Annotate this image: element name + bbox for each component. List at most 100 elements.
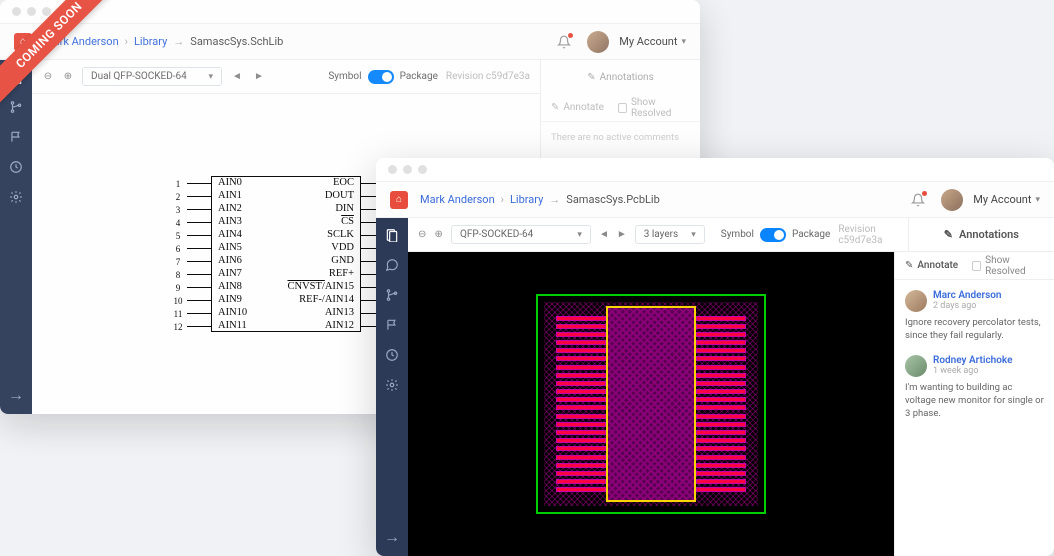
header: ⌂ Mark Anderson › Library → SamascSys.Sc… (0, 24, 700, 60)
pcb-pad (696, 455, 746, 460)
prev-component-button[interactable]: ◄ (230, 70, 244, 84)
annotation-comment[interactable]: Marc Anderson2 days agoIgnore recovery p… (905, 290, 1044, 343)
symbol-label: Symbol (721, 229, 754, 240)
breadcrumb-library[interactable]: Library (134, 35, 167, 48)
header: ⌂ Mark Anderson › Library → SamascSys.Pc… (376, 182, 1054, 218)
annotations-header: ✎Annotations (540, 60, 700, 94)
zoom-out-icon[interactable]: ⊖ (418, 229, 426, 241)
comment-avatar (905, 355, 927, 377)
schematic-pin: 8 (167, 268, 212, 281)
pcb-pad (696, 438, 746, 443)
breadcrumb-user[interactable]: Mark Anderson (420, 193, 495, 206)
symbol-package-toggle[interactable] (760, 228, 786, 242)
pcb-pad (696, 463, 746, 468)
symbol-package-toggle[interactable] (368, 70, 394, 84)
sidebar-branch-icon[interactable] (385, 288, 399, 302)
user-avatar[interactable] (941, 189, 963, 211)
sidebar: → (0, 60, 32, 414)
pcb-pad (556, 373, 606, 378)
pcb-pad (556, 438, 606, 443)
pcb-pad (556, 422, 606, 427)
pcb-pad (696, 316, 746, 321)
account-menu[interactable]: My Account▾ (973, 193, 1040, 206)
annotate-tab[interactable]: ✎ Annotate (551, 102, 604, 113)
pcb-pad (696, 479, 746, 484)
schematic-pin: 2 (167, 190, 212, 203)
pcb-pad (556, 324, 606, 329)
sidebar: → (376, 218, 408, 556)
notifications-icon[interactable] (557, 35, 571, 49)
component-dropdown[interactable]: QFP-SOCKED-64▾ (451, 225, 591, 244)
user-avatar[interactable] (587, 31, 609, 53)
sidebar-files-icon[interactable] (385, 228, 399, 242)
show-resolved-toggle[interactable]: Show Resolved (618, 97, 690, 119)
schematic-pin: 5 (167, 229, 212, 242)
symbol-label: Symbol (328, 71, 361, 82)
pcb-pad (696, 414, 746, 419)
sidebar-flag-icon[interactable] (385, 318, 399, 332)
traffic-light-close[interactable] (388, 165, 397, 174)
schematic-pin: 4 (167, 216, 212, 229)
pcb-canvas[interactable] (408, 252, 894, 556)
package-label: Package (400, 71, 438, 82)
traffic-light-min[interactable] (27, 7, 36, 16)
comment-avatar (905, 290, 927, 312)
sidebar-settings-icon[interactable] (385, 378, 399, 392)
pcb-pad (696, 324, 746, 329)
zoom-in-icon[interactable]: ⊕ (434, 229, 442, 241)
pcb-pad (556, 405, 606, 410)
layers-dropdown[interactable]: 3 layers▾ (635, 225, 705, 244)
pcb-footprint (536, 294, 766, 514)
pcb-pad (556, 487, 606, 492)
schematic-pin: 7 (167, 255, 212, 268)
pcb-pad (556, 348, 606, 353)
pcb-pad (556, 463, 606, 468)
annotate-tab[interactable]: ✎ Annotate (905, 260, 958, 271)
pcb-pad (696, 405, 746, 410)
breadcrumb-file: SamascSys.SchLib (190, 35, 283, 48)
schematic-pin: 9 (167, 281, 212, 294)
notifications-icon[interactable] (911, 193, 925, 207)
pcb-pad (556, 471, 606, 476)
pcb-pad (696, 471, 746, 476)
pcb-pad (696, 487, 746, 492)
prev-component-button[interactable]: ◄ (599, 228, 609, 242)
comment-body: I'm wanting to building ac voltage new m… (905, 381, 1044, 421)
titlebar (376, 158, 1054, 182)
pcb-pad (556, 332, 606, 337)
pcb-pad (556, 340, 606, 345)
schematic-pin: 11 (167, 307, 212, 320)
pcb-pad (556, 389, 606, 394)
comment-body: Ignore recovery percolator tests, since … (905, 316, 1044, 343)
show-resolved-toggle[interactable]: Show Resolved (972, 255, 1044, 277)
breadcrumb-file: SamascSys.PcbLib (566, 193, 659, 206)
next-component-button[interactable]: ► (252, 70, 266, 84)
sidebar-collapse-icon[interactable]: → (9, 388, 23, 402)
traffic-light-min[interactable] (403, 165, 412, 174)
pcb-pad (556, 316, 606, 321)
account-menu[interactable]: My Account▾ (619, 35, 686, 48)
annotation-comment[interactable]: Rodney Artichoke1 week agoI'm wanting to… (905, 355, 1044, 421)
pcb-pad (556, 381, 606, 386)
zoom-out-icon[interactable]: ⊖ (42, 71, 54, 83)
package-label: Package (792, 229, 830, 240)
sidebar-settings-icon[interactable] (9, 190, 23, 204)
sidebar-comments-icon[interactable] (385, 258, 399, 272)
sidebar-clock-icon[interactable] (9, 160, 23, 174)
breadcrumb-library[interactable]: Library (510, 193, 543, 206)
traffic-light-max[interactable] (418, 165, 427, 174)
pcb-pad (556, 356, 606, 361)
traffic-light-close[interactable] (12, 7, 21, 16)
sidebar-clock-icon[interactable] (385, 348, 399, 362)
zoom-in-icon[interactable]: ⊕ (62, 71, 74, 83)
schematic-pin: 3 (167, 203, 212, 216)
sidebar-collapse-icon[interactable]: → (385, 530, 399, 544)
pcb-pad (696, 365, 746, 370)
component-dropdown[interactable]: Dual QFP-SOCKED-64▾ (82, 67, 222, 86)
toolbar: ⊖ ⊕ Dual QFP-SOCKED-64▾ ◄ ► Symbol Packa… (32, 60, 540, 94)
sidebar-branch-icon[interactable] (9, 100, 23, 114)
schematic-pin: 1 (167, 177, 212, 190)
sidebar-flag-icon[interactable] (9, 130, 23, 144)
window-pcb-library: ⌂ Mark Anderson › Library → SamascSys.Pc… (376, 158, 1054, 556)
next-component-button[interactable]: ► (617, 228, 627, 242)
